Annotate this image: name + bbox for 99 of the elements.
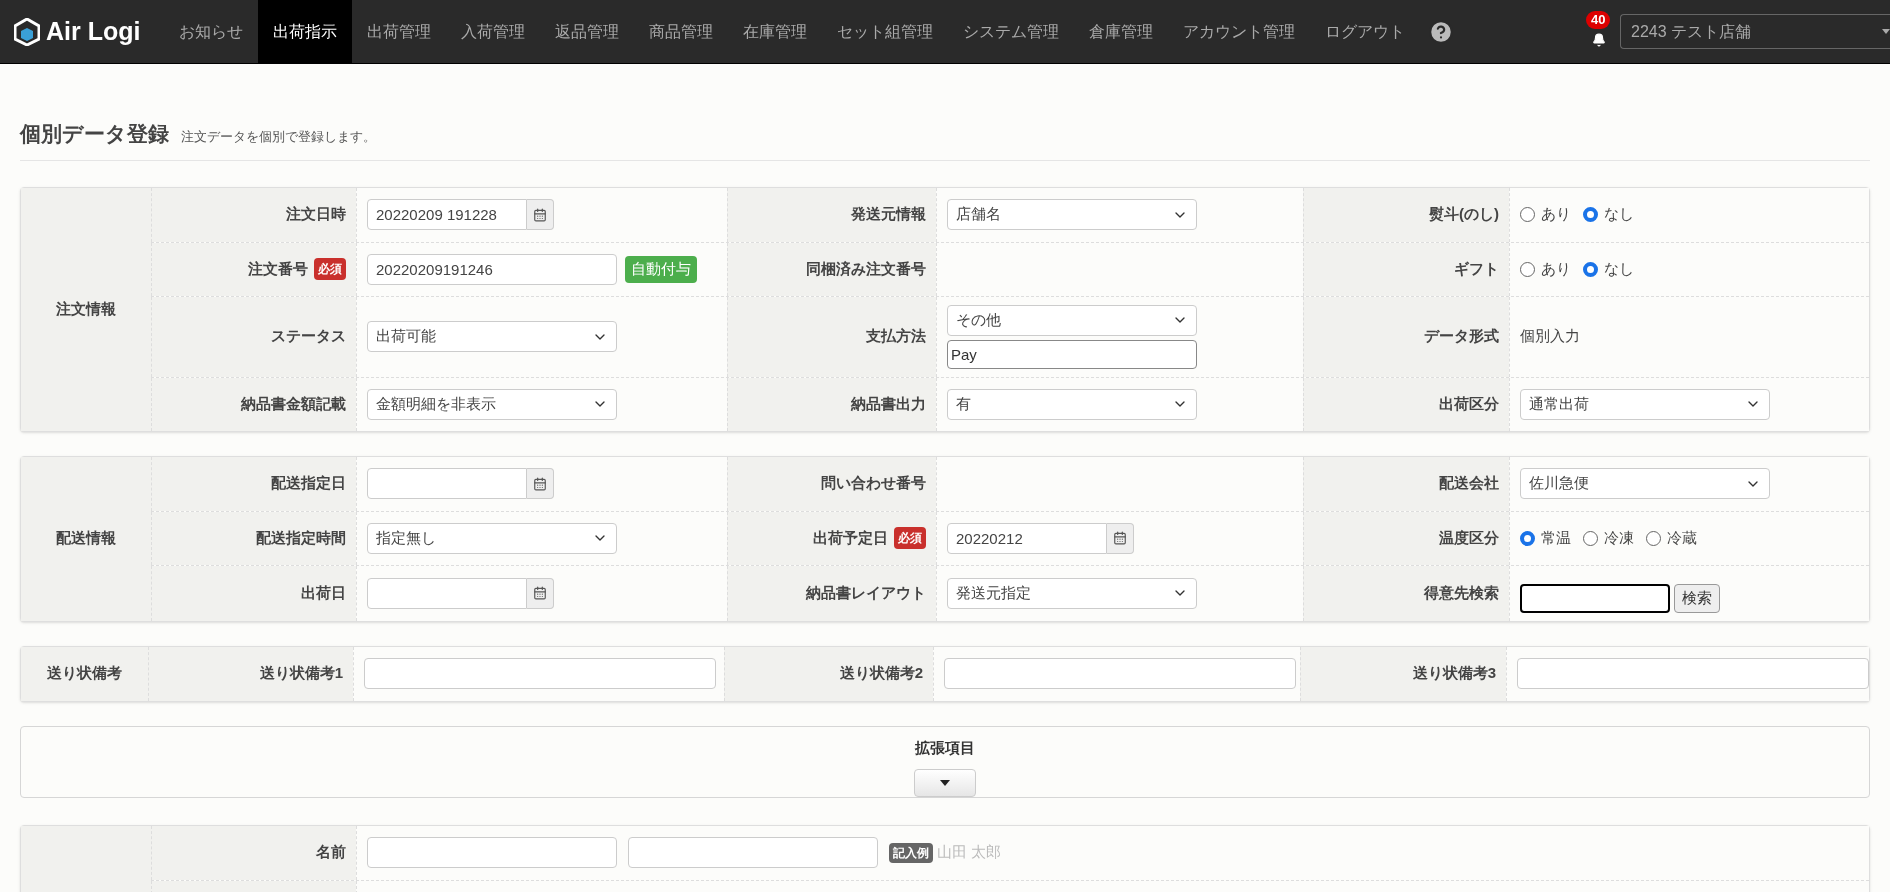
- radio-button[interactable]: [1583, 207, 1598, 222]
- logo-icon: [14, 17, 40, 46]
- date-field[interactable]: 20220209 191228: [367, 199, 527, 230]
- field-label: 名前: [316, 842, 346, 863]
- select-field[interactable]: 佐川急便: [1520, 468, 1770, 499]
- select-field[interactable]: 金額明細を非表示: [367, 388, 617, 420]
- nav-link[interactable]: 入荷管理: [446, 0, 541, 64]
- section-label: 注文情報: [56, 298, 116, 319]
- field-label: 問い合わせ番号: [821, 473, 926, 494]
- date-field[interactable]: 20220212: [947, 522, 1107, 554]
- nav-link[interactable]: 出荷指示: [258, 0, 353, 64]
- radio-button[interactable]: [1520, 207, 1535, 222]
- field-label: 注文日時: [286, 204, 346, 225]
- radio-button[interactable]: [1520, 261, 1535, 277]
- field-label: 発送元情報: [851, 204, 926, 225]
- field-label: 送り状備考2: [839, 663, 923, 684]
- calendar-button[interactable]: [527, 468, 554, 499]
- radio-label: あり: [1541, 258, 1571, 279]
- field-label: 出荷日: [301, 582, 346, 603]
- store-select[interactable]: 2243 テスト店舗: [1620, 14, 1890, 49]
- section-label: 配送情報: [56, 528, 116, 549]
- calendar-icon: [533, 586, 547, 600]
- radio-label: なし: [1604, 258, 1634, 279]
- first-name-field[interactable]: [628, 837, 878, 868]
- panel-title: 拡張項目: [915, 737, 975, 758]
- nav-link[interactable]: 出荷管理: [352, 0, 447, 64]
- search-button[interactable]: 検索: [1674, 583, 1720, 613]
- calendar-icon: [1113, 531, 1127, 545]
- field-label: 同梱済み注文番号: [806, 258, 926, 279]
- select-field[interactable]: 発送元指定: [947, 577, 1197, 609]
- field-label: 出荷予定日: [813, 527, 888, 548]
- nav-link[interactable]: 返品管理: [540, 0, 635, 64]
- value-text: 個別入力: [1520, 326, 1580, 347]
- nav-link[interactable]: システム管理: [948, 0, 1075, 64]
- bell-icon[interactable]: [1592, 32, 1606, 47]
- radio-button[interactable]: [1583, 530, 1598, 546]
- field-label: 熨斗(のし): [1429, 204, 1499, 225]
- field-label: 支払方法: [866, 326, 926, 347]
- caret-icon: [1882, 29, 1890, 34]
- text-field[interactable]: 20220209191246: [367, 253, 617, 285]
- field-label: 送り状備考3: [1412, 663, 1496, 684]
- nav-link[interactable]: ログアウト: [1310, 0, 1421, 64]
- select-field[interactable]: その他: [947, 304, 1197, 336]
- select-field[interactable]: 店舗名: [947, 199, 1197, 230]
- radio-button[interactable]: [1583, 261, 1598, 277]
- calendar-button[interactable]: [527, 199, 554, 230]
- notification-badge: 40: [1586, 10, 1611, 29]
- field-label: 出荷区分: [1439, 393, 1499, 414]
- field-label: ギフト: [1454, 258, 1499, 279]
- radio-label: 常温: [1541, 527, 1571, 548]
- example-text: 山田 太郎: [937, 842, 1002, 863]
- section-label: 送り状備考: [47, 663, 122, 684]
- field-label: 得意先検索: [1424, 582, 1499, 603]
- calendar-button[interactable]: [527, 577, 554, 609]
- date-field[interactable]: [367, 577, 527, 609]
- field-label: 納品書レイアウト: [806, 582, 926, 603]
- select-field[interactable]: 通常出荷: [1520, 388, 1770, 420]
- nav-link[interactable]: 在庫管理: [728, 0, 823, 64]
- radio-button[interactable]: [1520, 530, 1535, 546]
- field-label: 送り状備考1: [259, 663, 343, 684]
- radio-button[interactable]: [1646, 530, 1661, 546]
- field-label: ステータス: [271, 326, 346, 347]
- calendar-icon: [533, 476, 547, 491]
- select-field[interactable]: 出荷可能: [367, 321, 617, 352]
- nav-link[interactable]: 倉庫管理: [1074, 0, 1169, 64]
- logo-text: Air Logi: [46, 15, 141, 47]
- select-field[interactable]: 有: [947, 388, 1197, 420]
- page-title: 個別データ登録: [20, 121, 169, 147]
- date-field[interactable]: [367, 468, 527, 499]
- required-badge: 必須: [314, 258, 346, 280]
- field-label: 温度区分: [1439, 527, 1499, 548]
- radio-label: 冷凍: [1604, 527, 1634, 548]
- calendar-icon: [533, 207, 547, 222]
- text-field[interactable]: [1517, 658, 1869, 689]
- field-label: 配送指定日: [271, 473, 346, 494]
- field-label: 納品書出力: [851, 393, 926, 414]
- select-field[interactable]: 指定無し: [367, 522, 617, 554]
- page-subtitle: 注文データを個別で登録します。: [181, 128, 376, 146]
- search-field[interactable]: [1520, 583, 1670, 613]
- nav-link[interactable]: アカウント管理: [1168, 0, 1311, 64]
- field-label: 注文番号: [248, 258, 308, 279]
- nav-link[interactable]: お知らせ: [164, 0, 259, 64]
- example-badge: 記入例: [889, 842, 933, 863]
- radio-label: なし: [1604, 204, 1634, 225]
- nav-link[interactable]: 商品管理: [634, 0, 729, 64]
- radio-label: 冷蔵: [1667, 527, 1697, 548]
- field-label: 納品書金額記載: [241, 393, 346, 414]
- field-label: 配送会社: [1439, 473, 1499, 494]
- text-field[interactable]: [944, 658, 1296, 689]
- radio-label: あり: [1541, 204, 1571, 225]
- text-field[interactable]: [364, 658, 716, 689]
- field-label: データ形式: [1424, 326, 1499, 347]
- caret-icon: [940, 779, 950, 786]
- nav-link[interactable]: セット組管理: [822, 0, 949, 64]
- last-name-field[interactable]: [367, 837, 617, 868]
- text-field[interactable]: Pay: [947, 339, 1197, 369]
- required-badge: 必須: [894, 527, 926, 549]
- field-label: 配送指定時間: [256, 527, 346, 548]
- calendar-button[interactable]: [1107, 522, 1134, 554]
